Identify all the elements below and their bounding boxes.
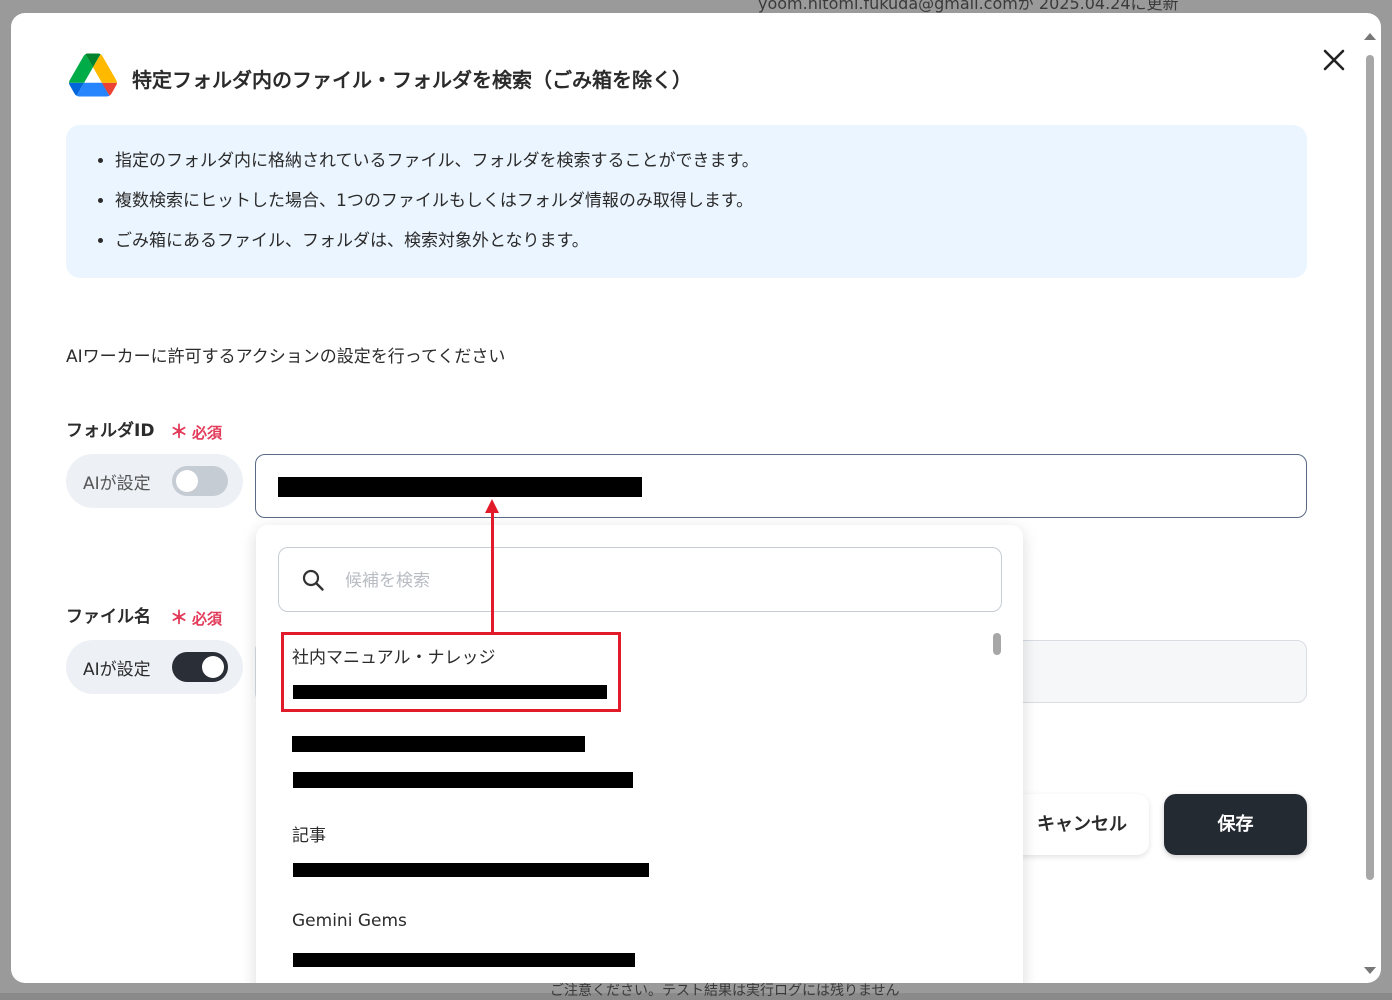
redacted-value <box>278 477 642 497</box>
info-box: 指定のフォルダ内に格納されているファイル、フォルダを検索することができます。 複… <box>66 125 1307 278</box>
ai-toggle-label: AIが設定 <box>83 660 151 680</box>
annotation-arrow-line <box>491 512 494 632</box>
folder-id-input[interactable] <box>255 454 1307 518</box>
dropdown-item-title: 記事 <box>292 826 326 846</box>
close-icon <box>1323 49 1345 71</box>
dropdown-scrollbar-thumb[interactable] <box>993 633 1001 655</box>
toggle-switch[interactable] <box>172 652 228 682</box>
search-icon <box>302 569 324 591</box>
scrollbar-thumb[interactable] <box>1366 55 1374 880</box>
dropdown-item[interactable]: Gemini Gems <box>292 911 635 967</box>
redacted-title <box>292 736 585 752</box>
scroll-up-icon[interactable] <box>1364 33 1376 40</box>
action-settings-modal: 特定フォルダ内のファイル・フォルダを検索（ごみ箱を除く） 指定のフォルダ内に格納… <box>11 13 1381 983</box>
required-asterisk-icon: ＊ <box>170 608 188 629</box>
highlight-annotation <box>281 632 621 712</box>
dropdown-item[interactable]: 記事 <box>292 821 649 877</box>
candidate-search[interactable] <box>278 547 1002 612</box>
background-note-text: ご注意ください。テスト結果は実行ログには残りません <box>550 983 900 999</box>
info-item: ごみ箱にあるファイル、フォルダは、検索対象外となります。 <box>115 221 1307 261</box>
annotation-arrow-up-icon <box>485 499 499 513</box>
save-button[interactable]: 保存 <box>1164 794 1307 855</box>
background-update-text: yoom.hitomi.fukuda@gmail.comが 2025.04.24… <box>758 0 1179 13</box>
redacted-id <box>293 953 635 967</box>
modal-title: 特定フォルダ内のファイル・フォルダを検索（ごみ箱を除く） <box>132 68 692 92</box>
folder-id-label: フォルダID <box>66 421 155 441</box>
toggle-switch[interactable] <box>172 466 228 496</box>
file-ai-toggle[interactable]: AIが設定 <box>66 640 243 694</box>
toggle-knob <box>176 470 198 492</box>
info-list: 指定のフォルダ内に格納されているファイル、フォルダを検索することができます。 複… <box>66 125 1307 261</box>
cancel-button[interactable]: キャンセル <box>1001 794 1149 855</box>
instruction-text: AIワーカーに許可するアクションの設定を行ってください <box>66 347 506 367</box>
required-badge: ＊必須 <box>170 422 223 443</box>
redacted-id <box>293 772 633 788</box>
ai-toggle-label: AIが設定 <box>83 474 151 494</box>
required-asterisk-icon: ＊ <box>170 422 188 443</box>
info-item: 複数検索にヒットした場合、1つのファイルもしくはフォルダ情報のみ取得します。 <box>115 181 1307 221</box>
google-drive-icon <box>69 53 117 97</box>
folder-dropdown: 社内マニュアル・ナレッジ 記事 Gemini Gems <box>256 525 1023 983</box>
close-button[interactable] <box>1319 45 1349 75</box>
dropdown-item-title: Gemini Gems <box>292 911 407 931</box>
scroll-down-icon[interactable] <box>1364 967 1376 974</box>
folder-ai-toggle[interactable]: AIが設定 <box>66 454 243 508</box>
file-name-label: ファイル名 <box>66 607 151 627</box>
info-item: 指定のフォルダ内に格納されているファイル、フォルダを検索することができます。 <box>115 141 1307 181</box>
redacted-id <box>293 863 649 877</box>
required-badge: ＊必須 <box>170 608 223 629</box>
modal-header <box>69 53 117 97</box>
toggle-knob <box>202 656 224 678</box>
candidate-search-input[interactable] <box>343 565 947 597</box>
